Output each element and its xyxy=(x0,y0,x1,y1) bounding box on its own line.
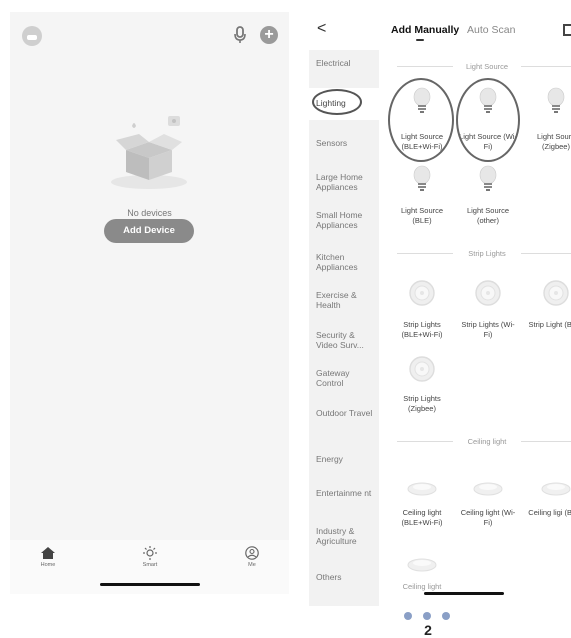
section-divider xyxy=(521,66,571,67)
add-device-button[interactable]: Add Device xyxy=(104,219,194,243)
page-dot[interactable] xyxy=(404,612,412,620)
back-chevron-icon[interactable]: < xyxy=(317,20,326,38)
category-entertainment[interactable]: Entertainme nt xyxy=(316,488,378,498)
device-label: Strip Lights (Wi-Fi) xyxy=(461,320,515,339)
sun-icon xyxy=(143,546,157,560)
lightbulb-icon xyxy=(547,87,565,113)
tab-auto-scan[interactable]: Auto Scan xyxy=(467,24,515,36)
device-label: Strip Lights (Zigbee) xyxy=(403,394,441,413)
empty-box-illustration xyxy=(111,116,187,189)
lightbulb-icon xyxy=(413,165,431,191)
category-electrical[interactable]: Electrical xyxy=(316,58,378,68)
category-industry-agriculture[interactable]: Industry & Agriculture xyxy=(316,526,378,546)
section-title-light-source: Light Source xyxy=(465,62,509,71)
add-device-screen: < Add Manually Auto Scan Electrical Ligh… xyxy=(309,12,571,606)
device-label: Ceiling ligi (BLE) xyxy=(528,508,571,517)
tab-smart[interactable]: Smart xyxy=(120,546,180,568)
device-label: Ceiling light (Wi-Fi) xyxy=(460,508,516,527)
section-divider xyxy=(397,253,453,254)
device-label: Light Source (BLE) xyxy=(400,206,444,225)
add-plus-icon[interactable]: + xyxy=(260,26,278,44)
page-number: 2 xyxy=(424,622,432,638)
category-exercise-health[interactable]: Exercise & Health xyxy=(316,290,378,310)
page-dot[interactable] xyxy=(442,612,450,620)
strip-light-icon xyxy=(543,280,569,306)
ceiling-light-icon xyxy=(541,482,571,496)
home-top-bar: + xyxy=(10,12,289,56)
section-divider xyxy=(397,66,453,67)
category-small-home-appliances[interactable]: Small Home Appliances xyxy=(316,210,378,230)
section-title-strip-lights: Strip Lights xyxy=(468,249,506,258)
scan-icon[interactable] xyxy=(563,24,571,36)
category-sidebar xyxy=(309,50,379,606)
category-kitchen-appliances[interactable]: Kitchen Appliances xyxy=(316,252,378,272)
lightbulb-icon xyxy=(479,165,497,191)
device-label: Strip Lights (BLE+Wi-Fi) xyxy=(401,320,443,339)
strip-light-icon xyxy=(475,280,501,306)
category-outdoor-travel[interactable]: Outdoor Travel xyxy=(316,408,378,418)
user-icon xyxy=(245,546,259,560)
category-others[interactable]: Others xyxy=(316,572,378,582)
home-indicator xyxy=(100,583,200,586)
tab-me[interactable]: Me xyxy=(222,546,282,568)
device-label: Light Source (other) xyxy=(466,206,510,225)
page-dots xyxy=(404,612,454,622)
home-icon xyxy=(41,547,55,559)
tab-me-label: Me xyxy=(248,562,256,568)
lighting-highlight-circle xyxy=(312,89,362,115)
strip-light-icon xyxy=(409,280,435,306)
device-label: Strip Light (BLE) xyxy=(528,320,571,329)
tab-smart-label: Smart xyxy=(142,562,158,568)
home-screen: + No devices Add Device Home Smart Me xyxy=(10,12,289,594)
category-gateway-control[interactable]: Gateway Control xyxy=(316,368,378,388)
device-highlight-circle xyxy=(456,78,520,162)
ceiling-light-icon xyxy=(407,558,437,572)
home-indicator xyxy=(424,592,504,595)
tab-home-label: Home xyxy=(40,562,56,568)
category-sensors[interactable]: Sensors xyxy=(316,138,378,148)
section-divider xyxy=(521,253,571,254)
tab-add-manually[interactable]: Add Manually xyxy=(391,24,459,36)
category-large-home-appliances[interactable]: Large Home Appliances xyxy=(316,172,378,192)
microphone-icon[interactable] xyxy=(232,25,248,45)
device-label: Light Sourc (Zigbee) xyxy=(537,132,571,151)
ceiling-light-icon xyxy=(407,482,437,496)
device-label: Ceiling light (BLE+Wi-Fi) xyxy=(401,508,443,527)
category-energy[interactable]: Energy xyxy=(316,454,378,464)
ceiling-light-icon xyxy=(473,482,503,496)
no-devices-text: No devices xyxy=(127,208,172,218)
family-avatar-icon[interactable] xyxy=(22,26,42,46)
device-highlight-circle xyxy=(388,78,454,162)
device-label: Ceiling light xyxy=(402,582,442,591)
strip-light-icon xyxy=(409,356,435,382)
section-divider xyxy=(521,441,571,442)
section-title-ceiling-light: Ceiling light xyxy=(467,437,507,446)
section-divider xyxy=(397,441,453,442)
page-dot[interactable] xyxy=(423,612,431,620)
tab-home[interactable]: Home xyxy=(18,546,78,568)
category-security-video[interactable]: Security & Video Surv... xyxy=(316,330,378,350)
tab-active-indicator xyxy=(416,39,424,41)
